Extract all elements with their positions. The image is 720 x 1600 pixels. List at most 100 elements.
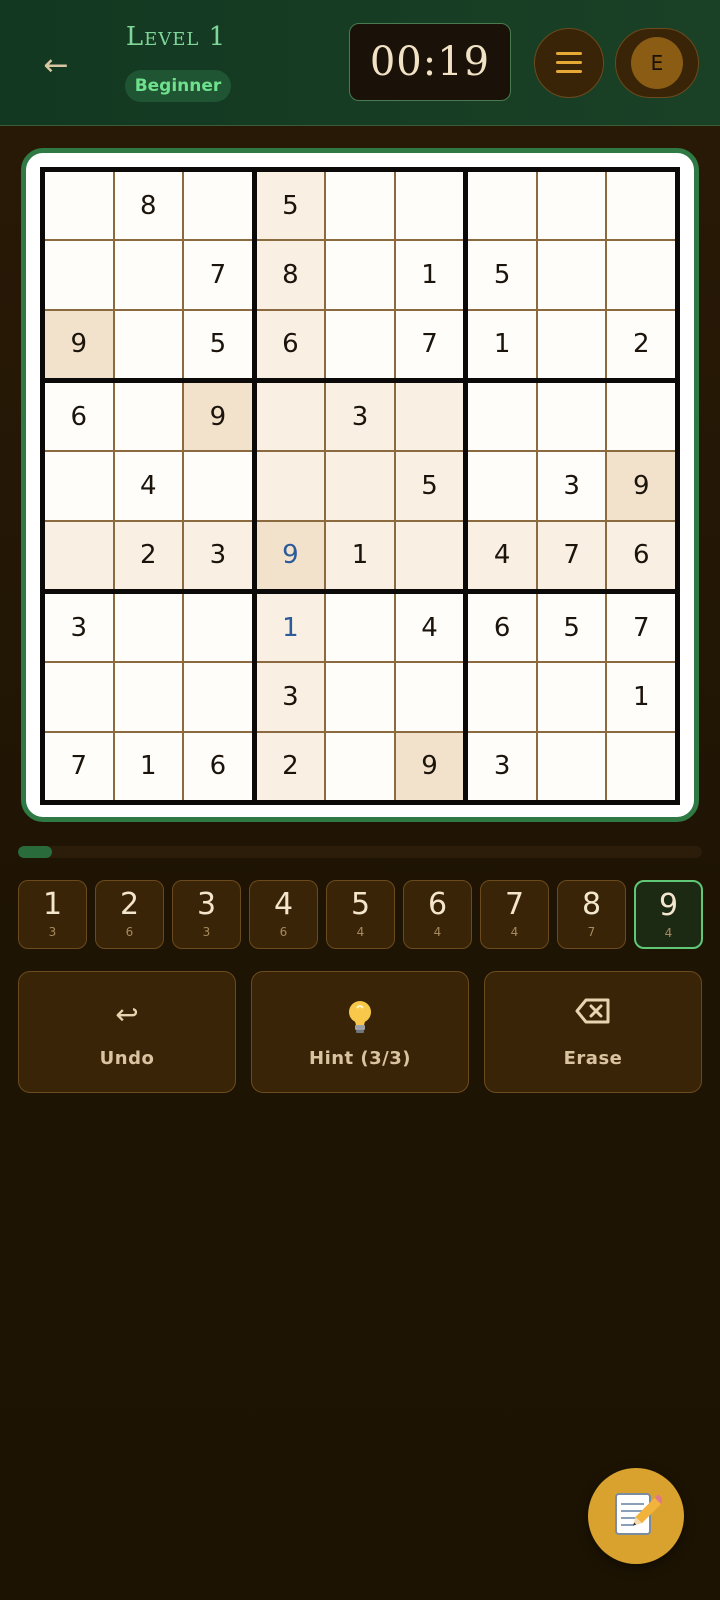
number-key-9[interactable]: 94 — [634, 880, 703, 949]
menu-button[interactable] — [534, 28, 604, 98]
number-key-8[interactable]: 87 — [557, 880, 626, 949]
sudoku-cell[interactable] — [45, 521, 113, 589]
sudoku-cell[interactable]: 2 — [114, 521, 183, 589]
sudoku-cell[interactable]: 6 — [607, 521, 675, 589]
sudoku-cell[interactable] — [326, 241, 394, 309]
sudoku-cell[interactable] — [537, 241, 606, 309]
sudoku-cell[interactable] — [607, 172, 675, 240]
sudoku-cell[interactable]: 1 — [468, 310, 536, 378]
sudoku-cell[interactable] — [395, 521, 464, 589]
sudoku-cell[interactable]: 7 — [537, 521, 606, 589]
sudoku-cell[interactable]: 7 — [45, 732, 113, 800]
number-key-6[interactable]: 64 — [403, 880, 472, 949]
sudoku-cell[interactable]: 5 — [395, 452, 464, 520]
sudoku-cell[interactable]: 8 — [114, 172, 183, 240]
sudoku-cell[interactable]: 6 — [184, 732, 252, 800]
sudoku-cell[interactable]: 6 — [256, 310, 325, 378]
sudoku-cell[interactable] — [184, 172, 252, 240]
sudoku-cell[interactable] — [537, 383, 606, 451]
sudoku-cell[interactable] — [607, 383, 675, 451]
number-key-3[interactable]: 33 — [172, 880, 241, 949]
sudoku-cell[interactable] — [45, 663, 113, 731]
sudoku-cell[interactable] — [326, 310, 394, 378]
sudoku-cell[interactable] — [537, 310, 606, 378]
undo-button[interactable]: ↩ Undo — [18, 971, 236, 1093]
sudoku-cell[interactable] — [184, 663, 252, 731]
number-key-digit: 6 — [427, 887, 448, 922]
sudoku-cell[interactable] — [537, 732, 606, 800]
sudoku-cell[interactable]: 4 — [395, 594, 464, 662]
sudoku-cell[interactable] — [114, 383, 183, 451]
sudoku-cell[interactable] — [256, 452, 325, 520]
number-key-digit: 1 — [42, 887, 63, 922]
sudoku-cell[interactable]: 2 — [607, 310, 675, 378]
number-key-4[interactable]: 46 — [249, 880, 318, 949]
sudoku-cell[interactable]: 8 — [256, 241, 325, 309]
sudoku-cell[interactable] — [114, 241, 183, 309]
sudoku-cell[interactable]: 5 — [256, 172, 325, 240]
sudoku-cell[interactable]: 9 — [395, 732, 464, 800]
sudoku-cell[interactable] — [468, 172, 536, 240]
sudoku-cell[interactable]: 3 — [468, 732, 536, 800]
sudoku-cell[interactable]: 7 — [395, 310, 464, 378]
sudoku-cell[interactable]: 3 — [45, 594, 113, 662]
sudoku-cell[interactable]: 4 — [114, 452, 183, 520]
sudoku-cell[interactable] — [395, 663, 464, 731]
sudoku-cell[interactable] — [468, 663, 536, 731]
number-key-2[interactable]: 26 — [95, 880, 164, 949]
sudoku-cell[interactable]: 3 — [184, 521, 252, 589]
sudoku-cell[interactable] — [607, 241, 675, 309]
sudoku-cell[interactable] — [468, 452, 536, 520]
sudoku-cell[interactable]: 9 — [256, 521, 325, 589]
number-key-1[interactable]: 13 — [18, 880, 87, 949]
sudoku-cell[interactable] — [326, 594, 394, 662]
erase-button[interactable]: Erase — [484, 971, 702, 1093]
sudoku-cell[interactable]: 3 — [537, 452, 606, 520]
sudoku-cell[interactable]: 4 — [468, 521, 536, 589]
sudoku-cell[interactable] — [184, 594, 252, 662]
sudoku-cell[interactable]: 5 — [184, 310, 252, 378]
sudoku-cell[interactable] — [114, 594, 183, 662]
sudoku-cell[interactable] — [326, 732, 394, 800]
sudoku-cell[interactable] — [256, 383, 325, 451]
sudoku-cell[interactable] — [537, 663, 606, 731]
sudoku-cell[interactable]: 9 — [607, 452, 675, 520]
sudoku-cell[interactable] — [45, 172, 113, 240]
sudoku-cell[interactable] — [184, 452, 252, 520]
sudoku-cell[interactable]: 7 — [607, 594, 675, 662]
sudoku-cell[interactable]: 5 — [537, 594, 606, 662]
sudoku-cell[interactable]: 5 — [468, 241, 536, 309]
sudoku-cell[interactable] — [607, 732, 675, 800]
sudoku-cell[interactable]: 3 — [326, 383, 394, 451]
sudoku-cell[interactable] — [114, 663, 183, 731]
sudoku-cell[interactable] — [326, 663, 394, 731]
sudoku-cell[interactable]: 3 — [256, 663, 325, 731]
sudoku-cell[interactable] — [326, 452, 394, 520]
sudoku-cell[interactable] — [45, 241, 113, 309]
number-key-5[interactable]: 54 — [326, 880, 395, 949]
sudoku-cell[interactable]: 6 — [45, 383, 113, 451]
sudoku-cell[interactable]: 6 — [468, 594, 536, 662]
hint-button[interactable]: Hint (3/3) — [251, 971, 469, 1093]
number-key-7[interactable]: 74 — [480, 880, 549, 949]
sudoku-cell[interactable]: 7 — [184, 241, 252, 309]
sudoku-cell[interactable]: 1 — [395, 241, 464, 309]
sudoku-cell[interactable] — [395, 172, 464, 240]
profile-button[interactable]: E — [615, 28, 699, 98]
sudoku-cell[interactable] — [326, 172, 394, 240]
sudoku-cell[interactable]: 1 — [607, 663, 675, 731]
sudoku-cell[interactable]: 9 — [45, 310, 113, 378]
notes-button[interactable] — [588, 1468, 684, 1564]
left-arrow-icon[interactable]: ← — [36, 46, 76, 86]
sudoku-cell[interactable]: 2 — [256, 732, 325, 800]
sudoku-cell[interactable]: 9 — [184, 383, 252, 451]
sudoku-cell[interactable] — [114, 310, 183, 378]
sudoku-cell[interactable] — [395, 383, 464, 451]
sudoku-cell[interactable] — [45, 452, 113, 520]
sudoku-cell[interactable] — [468, 383, 536, 451]
sudoku-cell[interactable]: 1 — [256, 594, 325, 662]
sudoku-cell[interactable] — [537, 172, 606, 240]
backspace-icon — [485, 998, 701, 1031]
sudoku-cell[interactable]: 1 — [326, 521, 394, 589]
sudoku-cell[interactable]: 1 — [114, 732, 183, 800]
